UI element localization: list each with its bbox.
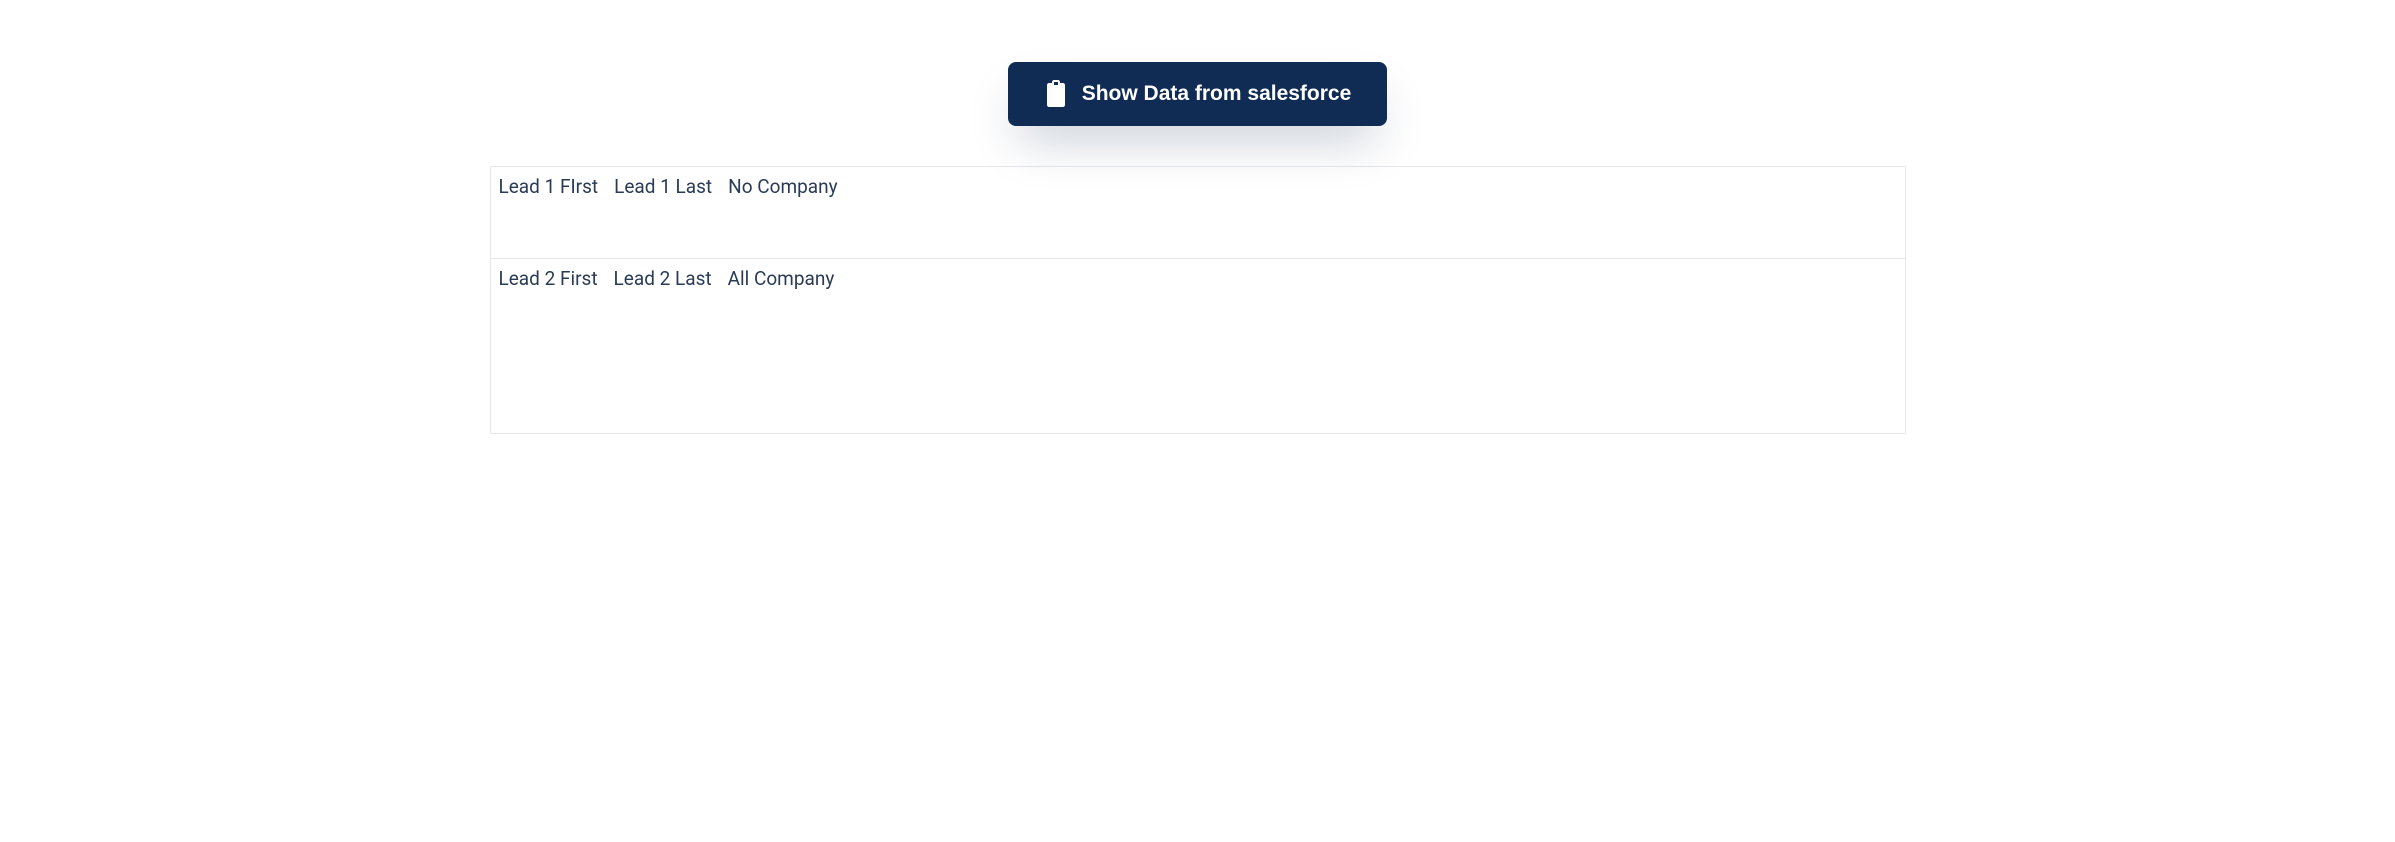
- table-row: Lead 1 FIrst Lead 1 Last No Company: [491, 167, 1905, 259]
- lead-first-name: Lead 2 First: [495, 265, 610, 433]
- lead-last-name: Lead 2 Last: [610, 265, 724, 433]
- leads-table: Lead 1 FIrst Lead 1 Last No Company Lead…: [490, 166, 1906, 434]
- lead-first-name: Lead 1 FIrst: [495, 173, 611, 258]
- lead-last-name: Lead 1 Last: [610, 173, 724, 258]
- lead-company: No Company: [724, 173, 864, 258]
- clipboard-chart-icon: [1044, 80, 1068, 108]
- lead-company: All Company: [724, 265, 864, 433]
- show-data-button[interactable]: Show Data from salesforce: [1008, 62, 1388, 126]
- table-row: Lead 2 First Lead 2 Last All Company: [491, 259, 1905, 433]
- show-data-button-label: Show Data from salesforce: [1082, 82, 1352, 106]
- page-wrap: Show Data from salesforce Lead 1 FIrst L…: [0, 0, 2395, 434]
